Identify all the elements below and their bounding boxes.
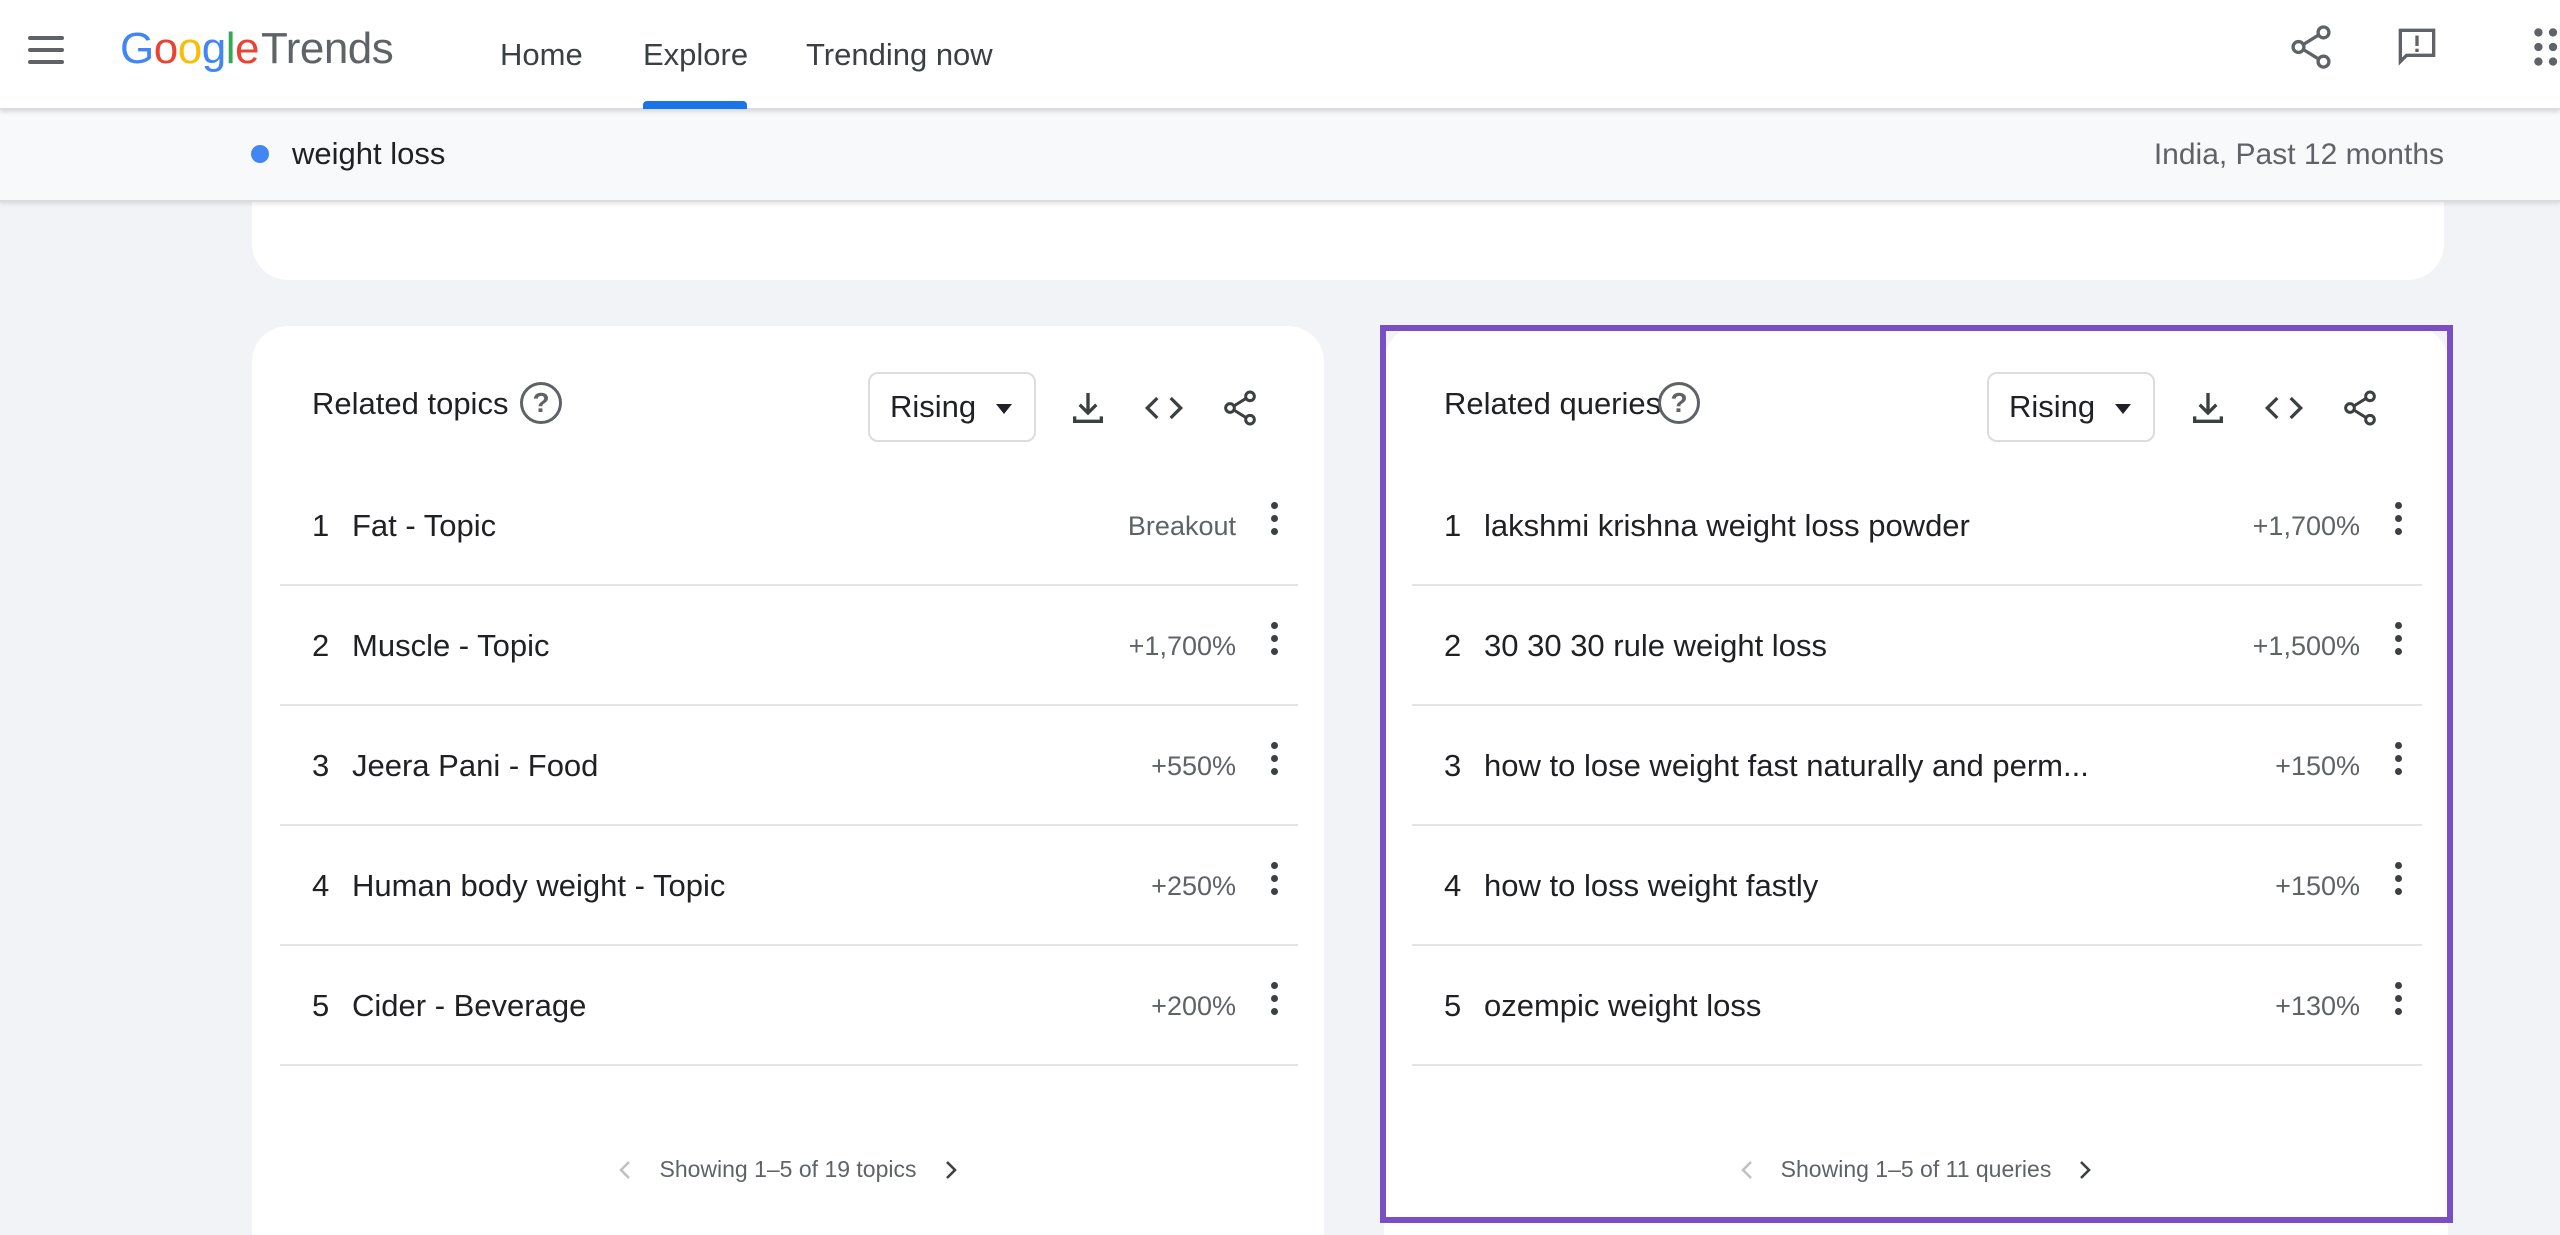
- list-item[interactable]: 1 Fat - Topic Breakout: [280, 466, 1298, 586]
- topics-pagination: Showing 1–5 of 19 topics: [252, 1156, 1324, 1188]
- topics-filter-dropdown[interactable]: Rising: [868, 372, 1036, 442]
- nav-trending-now[interactable]: Trending now: [806, 0, 993, 110]
- related-queries-title: Related queries: [1444, 386, 1662, 421]
- more-vert-icon[interactable]: [1264, 622, 1284, 662]
- region-period-label: India, Past 12 months: [2153, 138, 2444, 171]
- row-rank: 4: [312, 868, 330, 903]
- more-vert-icon[interactable]: [2388, 982, 2408, 1022]
- caret-down-icon: [2115, 404, 2131, 414]
- row-value: +1,700%: [2252, 511, 2360, 541]
- apps-grid-icon[interactable]: [2528, 22, 2560, 72]
- nav-home[interactable]: Home: [500, 0, 583, 110]
- queries-filter-value: Rising: [2009, 389, 2096, 424]
- menu-icon[interactable]: [28, 36, 64, 64]
- nav-active-indicator: [643, 101, 747, 109]
- row-rank: 3: [1444, 748, 1462, 783]
- row-value: +200%: [1151, 991, 1236, 1021]
- row-label[interactable]: Cider - Beverage: [352, 988, 586, 1024]
- search-term-label[interactable]: weight loss: [292, 136, 445, 172]
- more-vert-icon[interactable]: [2388, 622, 2408, 662]
- row-rank: 2: [312, 628, 330, 663]
- list-item[interactable]: 5 Cider - Beverage +200%: [280, 946, 1298, 1066]
- list-item[interactable]: 3 Jeera Pani - Food +550%: [280, 706, 1298, 826]
- row-rank: 3: [312, 748, 330, 783]
- queries-pagination: Showing 1–5 of 11 queries: [1384, 1156, 2448, 1188]
- row-value: +250%: [1151, 871, 1236, 901]
- row-label[interactable]: ozempic weight loss: [1484, 988, 1761, 1024]
- share-icon[interactable]: [2286, 22, 2336, 72]
- more-vert-icon[interactable]: [2388, 862, 2408, 902]
- row-rank: 5: [312, 988, 330, 1023]
- download-icon[interactable]: [2188, 388, 2228, 428]
- queries-filter-dropdown[interactable]: Rising: [1987, 372, 2155, 442]
- row-rank: 2: [1444, 628, 1462, 663]
- embed-code-icon[interactable]: [1144, 388, 1184, 428]
- row-value: +130%: [2275, 991, 2360, 1021]
- chevron-right-icon[interactable]: [2077, 1158, 2093, 1182]
- nav-explore[interactable]: Explore: [643, 0, 748, 110]
- list-item[interactable]: 2 Muscle - Topic +1,700%: [280, 586, 1298, 706]
- feedback-icon[interactable]: [2392, 22, 2442, 72]
- more-vert-icon[interactable]: [1264, 982, 1284, 1022]
- related-topics-list: 1 Fat - Topic Breakout 2 Muscle - Topic …: [280, 466, 1298, 1066]
- logo-google-wordmark: Google: [120, 24, 259, 73]
- list-item[interactable]: 3 how to lose weight fast naturally and …: [1412, 706, 2422, 826]
- related-topics-title: Related topics: [312, 386, 509, 421]
- row-rank: 1: [312, 508, 330, 543]
- more-vert-icon[interactable]: [1264, 502, 1284, 542]
- row-rank: 4: [1444, 868, 1462, 903]
- logo-trends-wordmark: Trends: [260, 24, 394, 73]
- embed-code-icon[interactable]: [2264, 388, 2304, 428]
- queries-pagination-label: Showing 1–5 of 11 queries: [1780, 1156, 2052, 1182]
- list-item[interactable]: 4 how to loss weight fastly +150%: [1412, 826, 2422, 946]
- row-label[interactable]: 30 30 30 rule weight loss: [1484, 628, 1827, 664]
- row-label[interactable]: Muscle - Topic: [352, 628, 550, 664]
- share-icon[interactable]: [2340, 388, 2380, 428]
- more-vert-icon[interactable]: [2388, 742, 2408, 782]
- caret-down-icon: [996, 404, 1012, 414]
- list-item[interactable]: 1 lakshmi krishna weight loss powder +1,…: [1412, 466, 2422, 586]
- row-value: +1,700%: [1128, 631, 1236, 661]
- more-vert-icon[interactable]: [1264, 862, 1284, 902]
- download-icon[interactable]: [1068, 388, 1108, 428]
- topics-pagination-label: Showing 1–5 of 19 topics: [659, 1156, 917, 1182]
- topics-filter-value: Rising: [890, 389, 977, 424]
- list-item[interactable]: 2 30 30 30 rule weight loss +1,500%: [1412, 586, 2422, 706]
- row-value: Breakout: [1127, 511, 1236, 541]
- chevron-left-icon[interactable]: [617, 1158, 633, 1182]
- related-topics-card: Related topics ? Rising 1 Fat - Topic Br…: [252, 326, 1324, 1235]
- row-label[interactable]: Fat - Topic: [352, 508, 496, 544]
- row-label[interactable]: lakshmi krishna weight loss powder: [1484, 508, 1970, 544]
- chevron-right-icon[interactable]: [943, 1158, 959, 1182]
- related-queries-card: Related queries ? Rising 1 lakshmi krish…: [1384, 326, 2448, 1235]
- row-label[interactable]: how to lose weight fast naturally and pe…: [1484, 748, 2089, 784]
- top-app-bar: GoogleTrends Home Explore Trending now: [0, 0, 2560, 110]
- row-value: +1,500%: [2252, 631, 2360, 661]
- term-color-dot: [251, 145, 269, 163]
- related-queries-list: 1 lakshmi krishna weight loss powder +1,…: [1412, 466, 2422, 1066]
- list-item[interactable]: 4 Human body weight - Topic +250%: [280, 826, 1298, 946]
- row-label[interactable]: Jeera Pani - Food: [352, 748, 598, 784]
- more-vert-icon[interactable]: [1264, 742, 1284, 782]
- row-label[interactable]: how to loss weight fastly: [1484, 868, 1818, 904]
- row-label[interactable]: Human body weight - Topic: [352, 868, 725, 904]
- share-icon[interactable]: [1220, 388, 1260, 428]
- more-vert-icon[interactable]: [2388, 502, 2408, 542]
- help-icon[interactable]: ?: [1658, 382, 1700, 424]
- row-rank: 5: [1444, 988, 1462, 1023]
- list-item[interactable]: 5 ozempic weight loss +130%: [1412, 946, 2422, 1066]
- chevron-left-icon[interactable]: [1739, 1158, 1755, 1182]
- row-value: +150%: [2275, 871, 2360, 901]
- row-value: +150%: [2275, 751, 2360, 781]
- help-icon[interactable]: ?: [520, 382, 562, 424]
- google-trends-logo[interactable]: GoogleTrends: [120, 24, 394, 74]
- row-value: +550%: [1151, 751, 1236, 781]
- row-rank: 1: [1444, 508, 1462, 543]
